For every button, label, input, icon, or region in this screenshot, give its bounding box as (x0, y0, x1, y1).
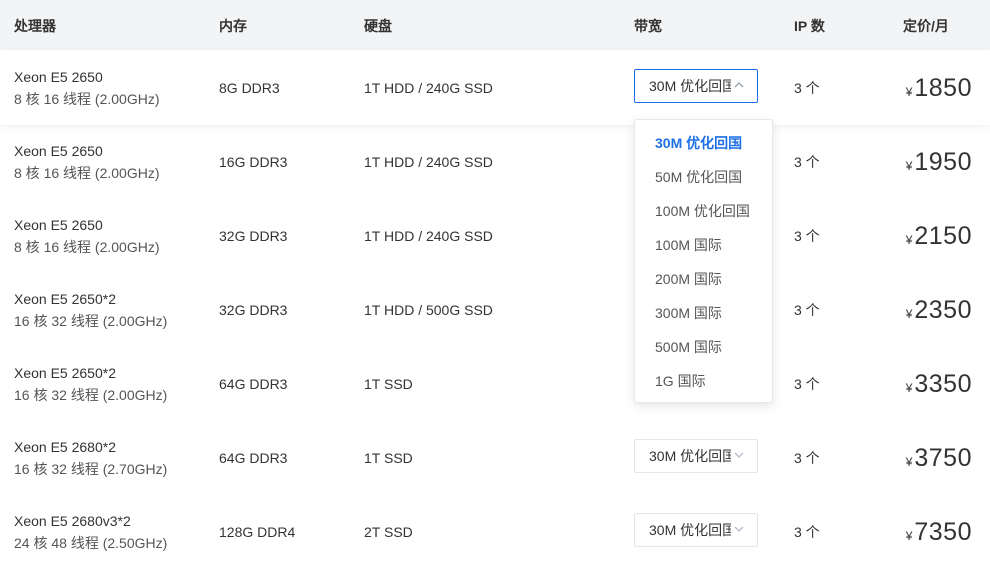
cpu-cell: Xeon E5 2650 8 核 16 线程 (2.00GHz) (14, 51, 160, 125)
price-amount: 2350 (914, 295, 972, 324)
price-amount: 3750 (914, 443, 972, 472)
bandwidth-option[interactable]: 100M 优化回国 (655, 201, 750, 221)
memory-cell: 64G DDR3 (219, 450, 288, 466)
price-amount: 2150 (914, 221, 972, 250)
disk-cell: 1T HDD / 500G SSD (364, 302, 493, 318)
header-bandwidth: 带宽 (634, 18, 662, 34)
bandwidth-option[interactable]: 1G 国际 (655, 371, 706, 391)
disk-cell: 1T HDD / 240G SSD (364, 154, 493, 170)
price-cell: ¥ 3350 (906, 347, 972, 421)
cpu-cell: Xeon E5 2680v3*2 24 核 48 线程 (2.50GHz) (14, 495, 167, 569)
header-price: 定价/月 (903, 18, 949, 34)
cpu-cell: Xeon E5 2650 8 核 16 线程 (2.00GHz) (14, 199, 160, 273)
cpu-name: Xeon E5 2650 (14, 69, 103, 85)
price-cell: ¥ 1850 (906, 51, 972, 125)
table-row: Xeon E5 2650 8 核 16 线程 (2.00GHz) 8G DDR3… (0, 51, 990, 125)
table-row: Xeon E5 2650*2 16 核 32 线程 (2.00GHz) 32G … (0, 273, 990, 347)
bandwidth-dropdown-menu: 30M 优化回国 50M 优化回国 100M 优化回国 100M 国际 200M… (634, 119, 773, 403)
table-row: Xeon E5 2650*2 16 核 32 线程 (2.00GHz) 64G … (0, 347, 990, 421)
currency-symbol: ¥ (905, 381, 913, 395)
bandwidth-option[interactable]: 300M 国际 (655, 303, 722, 323)
cpu-detail: 8 核 16 线程 (2.00GHz) (14, 239, 160, 255)
cpu-name: Xeon E5 2680v3*2 (14, 513, 131, 529)
cpu-name: Xeon E5 2680*2 (14, 439, 116, 455)
disk-cell: 1T HDD / 240G SSD (364, 80, 493, 96)
cpu-name: Xeon E5 2650*2 (14, 291, 116, 307)
cpu-name: Xeon E5 2650 (14, 217, 103, 233)
cpu-cell: Xeon E5 2680*2 16 核 32 线程 (2.70GHz) (14, 421, 167, 495)
cpu-detail: 24 核 48 线程 (2.50GHz) (14, 535, 168, 551)
bandwidth-select[interactable]: 30M 优化回国 (634, 439, 758, 473)
price-amount: 1850 (914, 73, 972, 102)
memory-cell: 16G DDR3 (219, 154, 288, 170)
currency-symbol: ¥ (905, 307, 913, 321)
price-cell: ¥ 3750 (906, 421, 972, 495)
ip-cell: 3 个 (794, 228, 820, 244)
cpu-cell: Xeon E5 2650*2 16 核 32 线程 (2.00GHz) (14, 273, 167, 347)
ip-cell: 3 个 (794, 80, 820, 96)
price-amount: 7350 (914, 517, 972, 546)
currency-symbol: ¥ (905, 233, 913, 247)
bandwidth-select-value: 30M 优化回国 (649, 78, 731, 94)
table-row: Xeon E5 2650 8 核 16 线程 (2.00GHz) 16G DDR… (0, 125, 990, 199)
cpu-name: Xeon E5 2650 (14, 143, 103, 159)
price-cell: ¥ 2350 (906, 273, 972, 347)
price-cell: ¥ 7350 (906, 495, 972, 569)
currency-symbol: ¥ (905, 159, 913, 173)
cpu-detail: 8 核 16 线程 (2.00GHz) (14, 91, 160, 107)
bandwidth-select[interactable]: 30M 优化回国 (634, 69, 758, 103)
chevron-down-icon (734, 452, 744, 458)
currency-symbol: ¥ (905, 455, 913, 469)
cpu-detail: 8 核 16 线程 (2.00GHz) (14, 165, 160, 181)
ip-cell: 3 个 (794, 302, 820, 318)
memory-cell: 8G DDR3 (219, 80, 280, 96)
memory-cell: 32G DDR3 (219, 302, 288, 318)
ip-cell: 3 个 (794, 524, 820, 540)
disk-cell: 1T SSD (364, 450, 413, 466)
cpu-cell: Xeon E5 2650 8 核 16 线程 (2.00GHz) (14, 125, 160, 199)
currency-symbol: ¥ (905, 85, 913, 99)
bandwidth-option[interactable]: 200M 国际 (655, 269, 722, 289)
table-row: Xeon E5 2680v3*2 24 核 48 线程 (2.50GHz) 12… (0, 495, 990, 569)
price-amount: 1950 (914, 147, 972, 176)
chevron-down-icon (734, 526, 744, 532)
price-cell: ¥ 1950 (906, 125, 972, 199)
ip-cell: 3 个 (794, 450, 820, 466)
memory-cell: 32G DDR3 (219, 228, 288, 244)
header-cpu: 处理器 (14, 18, 56, 34)
header-memory: 内存 (219, 18, 247, 34)
cpu-detail: 16 核 32 线程 (2.70GHz) (14, 461, 168, 477)
memory-cell: 128G DDR4 (219, 524, 296, 540)
bandwidth-select[interactable]: 30M 优化回国 (634, 513, 758, 547)
cpu-detail: 16 核 32 线程 (2.00GHz) (14, 313, 168, 329)
table-row: Xeon E5 2680*2 16 核 32 线程 (2.70GHz) 64G … (0, 421, 990, 495)
table-row: Xeon E5 2650 8 核 16 线程 (2.00GHz) 32G DDR… (0, 199, 990, 273)
cpu-cell: Xeon E5 2650*2 16 核 32 线程 (2.00GHz) (14, 347, 167, 421)
chevron-up-icon (734, 82, 744, 88)
bandwidth-select-value: 30M 优化回国 (649, 522, 731, 538)
ip-cell: 3 个 (794, 376, 820, 392)
ip-cell: 3 个 (794, 154, 820, 170)
currency-symbol: ¥ (905, 529, 913, 543)
header-ip: IP 数 (794, 18, 825, 34)
memory-cell: 64G DDR3 (219, 376, 288, 392)
header-disk: 硬盘 (364, 18, 392, 34)
bandwidth-select-value: 30M 优化回国 (649, 448, 731, 464)
disk-cell: 1T HDD / 240G SSD (364, 228, 493, 244)
price-cell: ¥ 2150 (906, 199, 972, 273)
disk-cell: 1T SSD (364, 376, 413, 392)
cpu-detail: 16 核 32 线程 (2.00GHz) (14, 387, 168, 403)
price-amount: 3350 (914, 369, 972, 398)
bandwidth-option[interactable]: 500M 国际 (655, 337, 722, 357)
disk-cell: 2T SSD (364, 524, 413, 540)
bandwidth-option[interactable]: 50M 优化回国 (655, 167, 742, 187)
cpu-name: Xeon E5 2650*2 (14, 365, 116, 381)
table-header: 处理器 内存 硬盘 带宽 IP 数 定价/月 (0, 0, 990, 50)
bandwidth-option[interactable]: 30M 优化回国 (655, 133, 742, 153)
bandwidth-option[interactable]: 100M 国际 (655, 235, 722, 255)
